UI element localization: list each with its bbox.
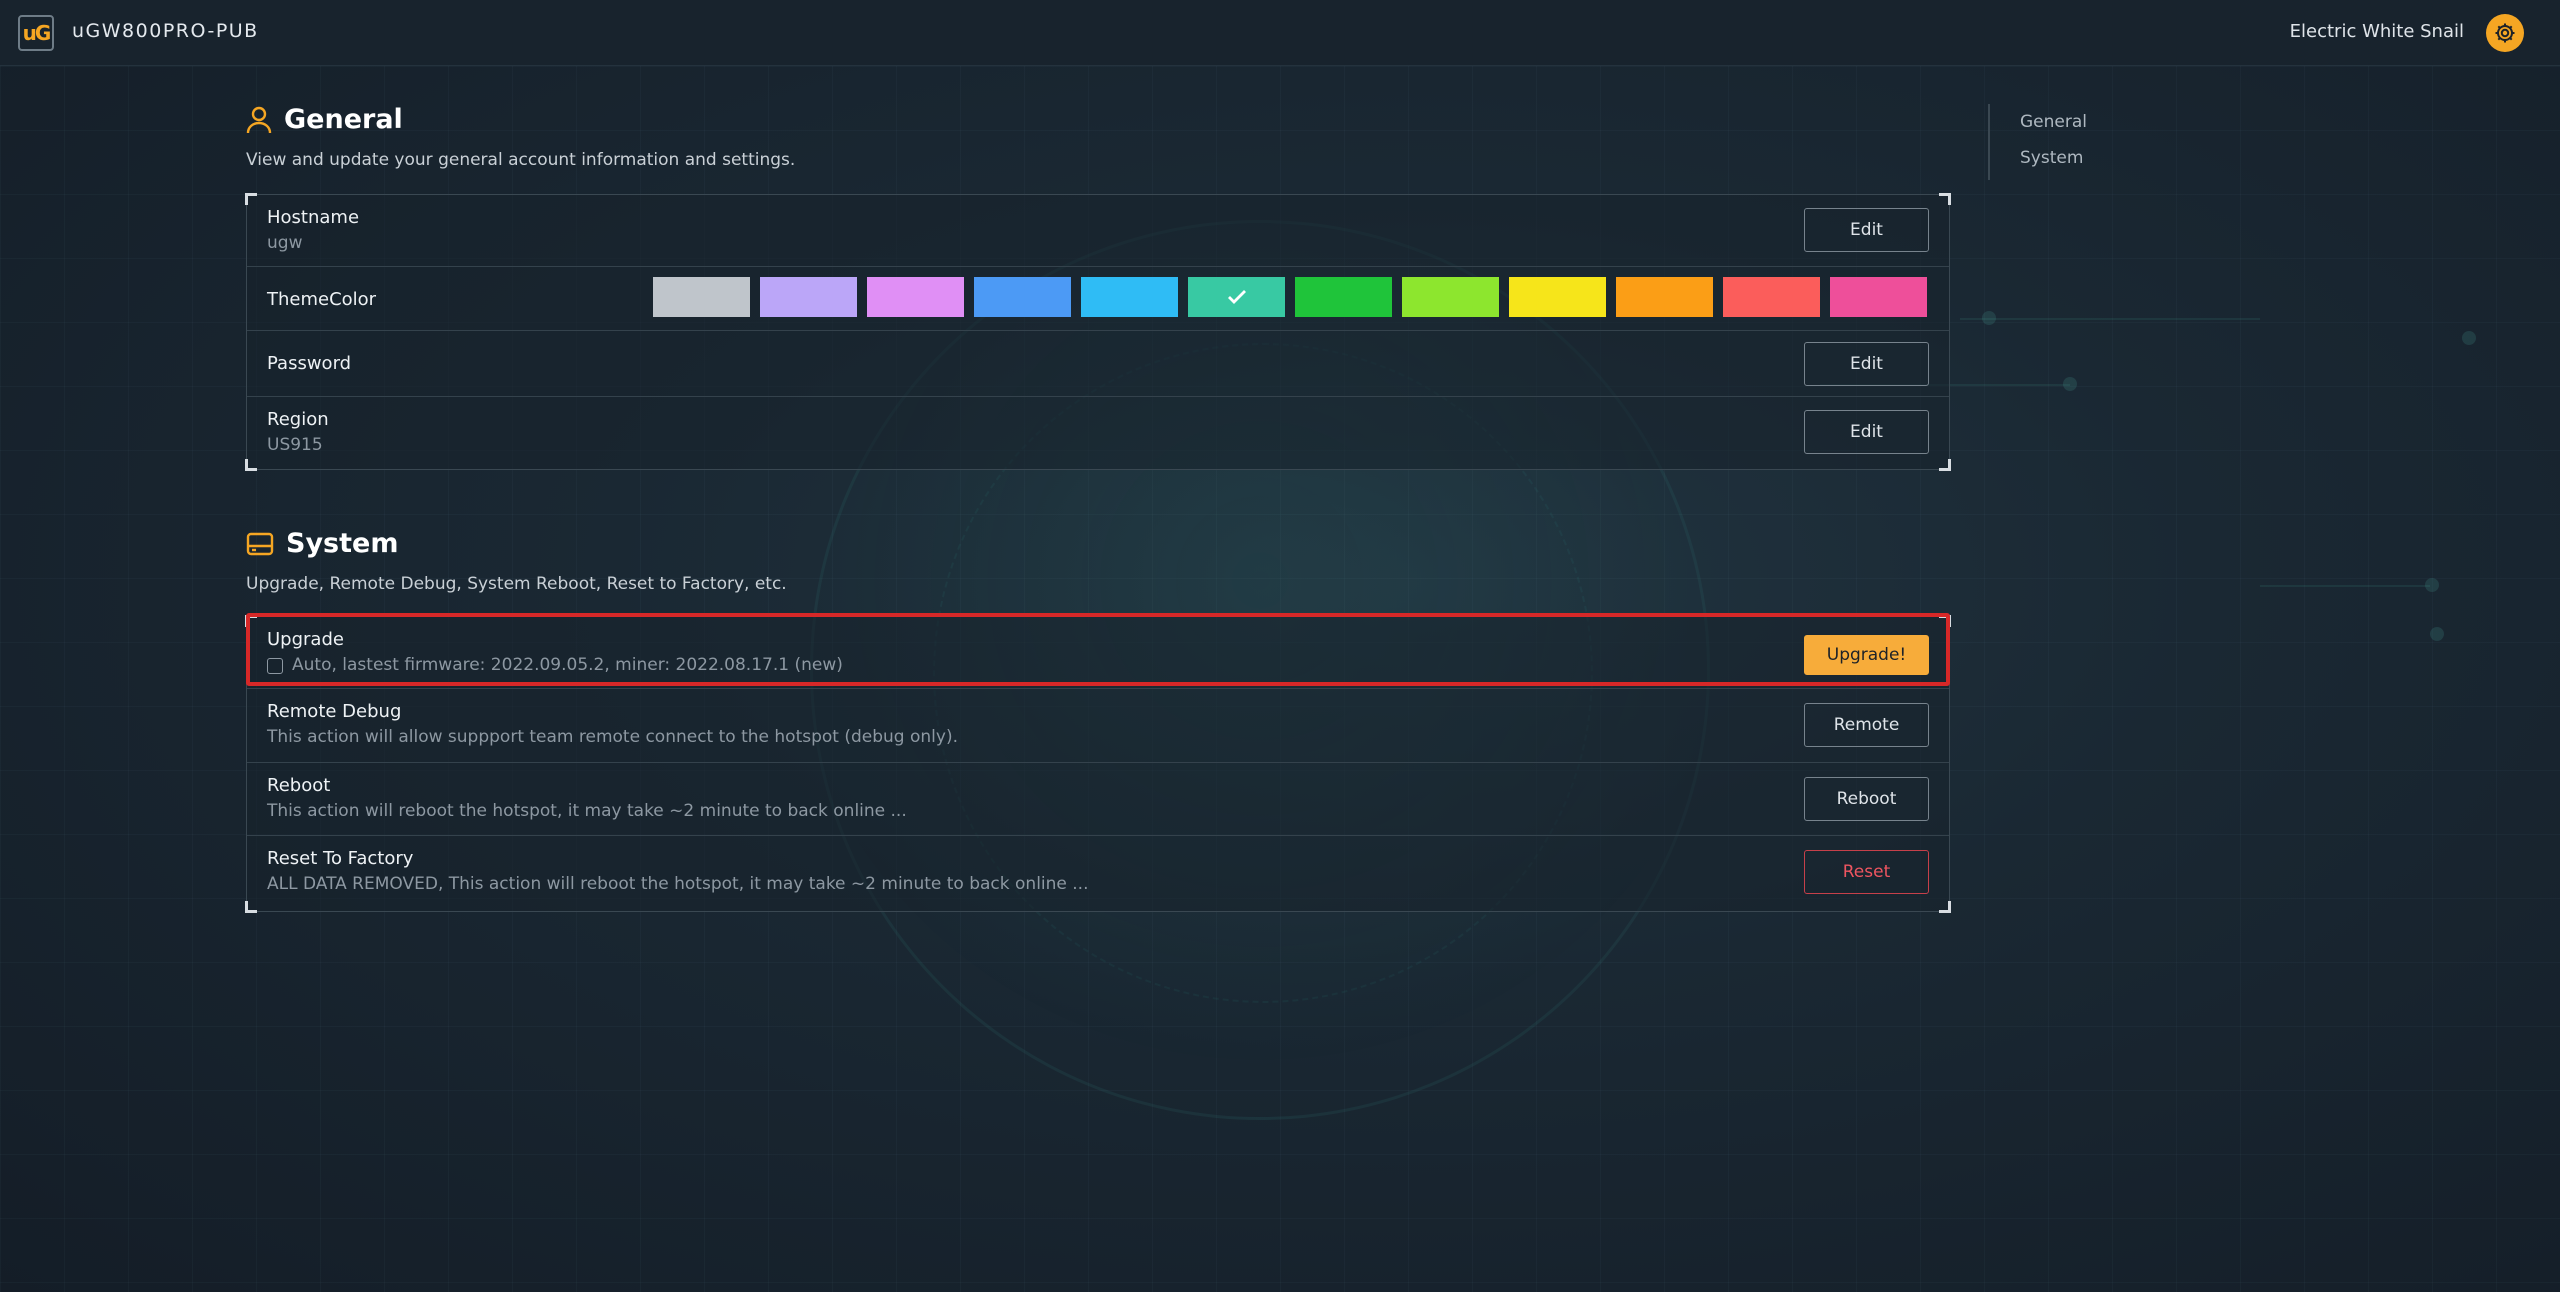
top-bar: uG uGW800PRO-PUB Electric White Snail [0,0,2560,66]
checkmark-icon [1227,290,1246,304]
themecolor-row: ThemeColor [247,267,1949,331]
theme-color-swatch[interactable] [974,277,1071,317]
general-card: Hostname ugw Edit ThemeColor Password Ed… [245,193,1951,471]
hostname-row: Hostname ugw Edit [247,195,1949,267]
decor-line [1960,318,2260,320]
theme-color-swatch[interactable] [1188,277,1285,317]
decor-dot [2430,627,2444,641]
remote-debug-info: This action will allow suppport team rem… [267,727,958,747]
region-label: Region [267,409,329,430]
system-card: Upgrade Auto, lastest firmware: 2022.09.… [245,615,1951,913]
reboot-button[interactable]: Reboot [1804,777,1929,821]
upgrade-button[interactable]: Upgrade! [1804,635,1929,675]
reset-label: Reset To Factory [267,848,414,869]
theme-color-swatch[interactable] [1830,277,1927,317]
reset-row: Reset To Factory ALL DATA REMOVED, This … [247,836,1949,911]
reset-info: ALL DATA REMOVED, This action will reboo… [267,874,1089,894]
theme-color-swatch[interactable] [1723,277,1820,317]
logo-text: uG [22,21,52,45]
reboot-row: Reboot This action will reboot the hotsp… [247,763,1949,836]
theme-color-swatch[interactable] [1616,277,1713,317]
decor-dot [1982,311,1996,325]
hostname-label: Hostname [267,207,360,228]
app-title: uGW800PRO-PUB [72,20,259,42]
hostname-edit-button[interactable]: Edit [1804,208,1929,252]
region-edit-button[interactable]: Edit [1804,410,1929,454]
password-edit-button[interactable]: Edit [1804,342,1929,386]
themecolor-label: ThemeColor [267,289,377,310]
toc-item-general[interactable]: General [2020,112,2087,132]
region-value: US915 [267,435,323,455]
decor-dot [2462,331,2476,345]
theme-color-swatch[interactable] [1295,277,1392,317]
app-logo[interactable]: uG [18,15,54,51]
gear-icon [2495,23,2515,43]
password-row: Password Edit [247,331,1949,397]
theme-color-swatch[interactable] [1081,277,1178,317]
decor-dot [2425,578,2439,592]
remote-button[interactable]: Remote [1804,703,1929,747]
reboot-info: This action will reboot the hotspot, it … [267,801,907,821]
hard-drive-icon [246,532,274,555]
remote-debug-row: Remote Debug This action will allow supp… [247,689,1949,763]
remote-debug-label: Remote Debug [267,701,402,722]
upgrade-info: Auto, lastest firmware: 2022.09.05.2, mi… [292,655,843,675]
user-name[interactable]: Electric White Snail [2290,21,2464,42]
reboot-label: Reboot [267,775,331,796]
theme-color-swatches [653,277,1927,317]
general-title: General [284,104,403,135]
reset-button[interactable]: Reset [1804,850,1929,894]
theme-color-swatch[interactable] [760,277,857,317]
auto-upgrade-checkbox[interactable] [267,658,283,674]
theme-color-swatch[interactable] [867,277,964,317]
system-section-header: System [246,528,398,559]
settings-button[interactable] [2486,14,2524,52]
hostname-value: ugw [267,233,303,253]
general-section-header: General [246,104,403,135]
user-icon [246,106,272,133]
system-description: Upgrade, Remote Debug, System Reboot, Re… [246,574,787,594]
toc-item-system[interactable]: System [2020,148,2083,168]
decor-dot [2063,377,2077,391]
decor-line [2260,585,2430,587]
password-label: Password [267,353,352,374]
theme-color-swatch[interactable] [1509,277,1606,317]
system-title: System [286,528,399,559]
upgrade-row: Upgrade Auto, lastest firmware: 2022.09.… [247,617,1949,689]
general-description: View and update your general account inf… [246,150,796,170]
region-row: Region US915 Edit [247,397,1949,469]
theme-color-swatch[interactable] [1402,277,1499,317]
theme-color-swatch[interactable] [653,277,750,317]
upgrade-label: Upgrade [267,629,344,650]
section-toc: General System [1988,104,2148,180]
